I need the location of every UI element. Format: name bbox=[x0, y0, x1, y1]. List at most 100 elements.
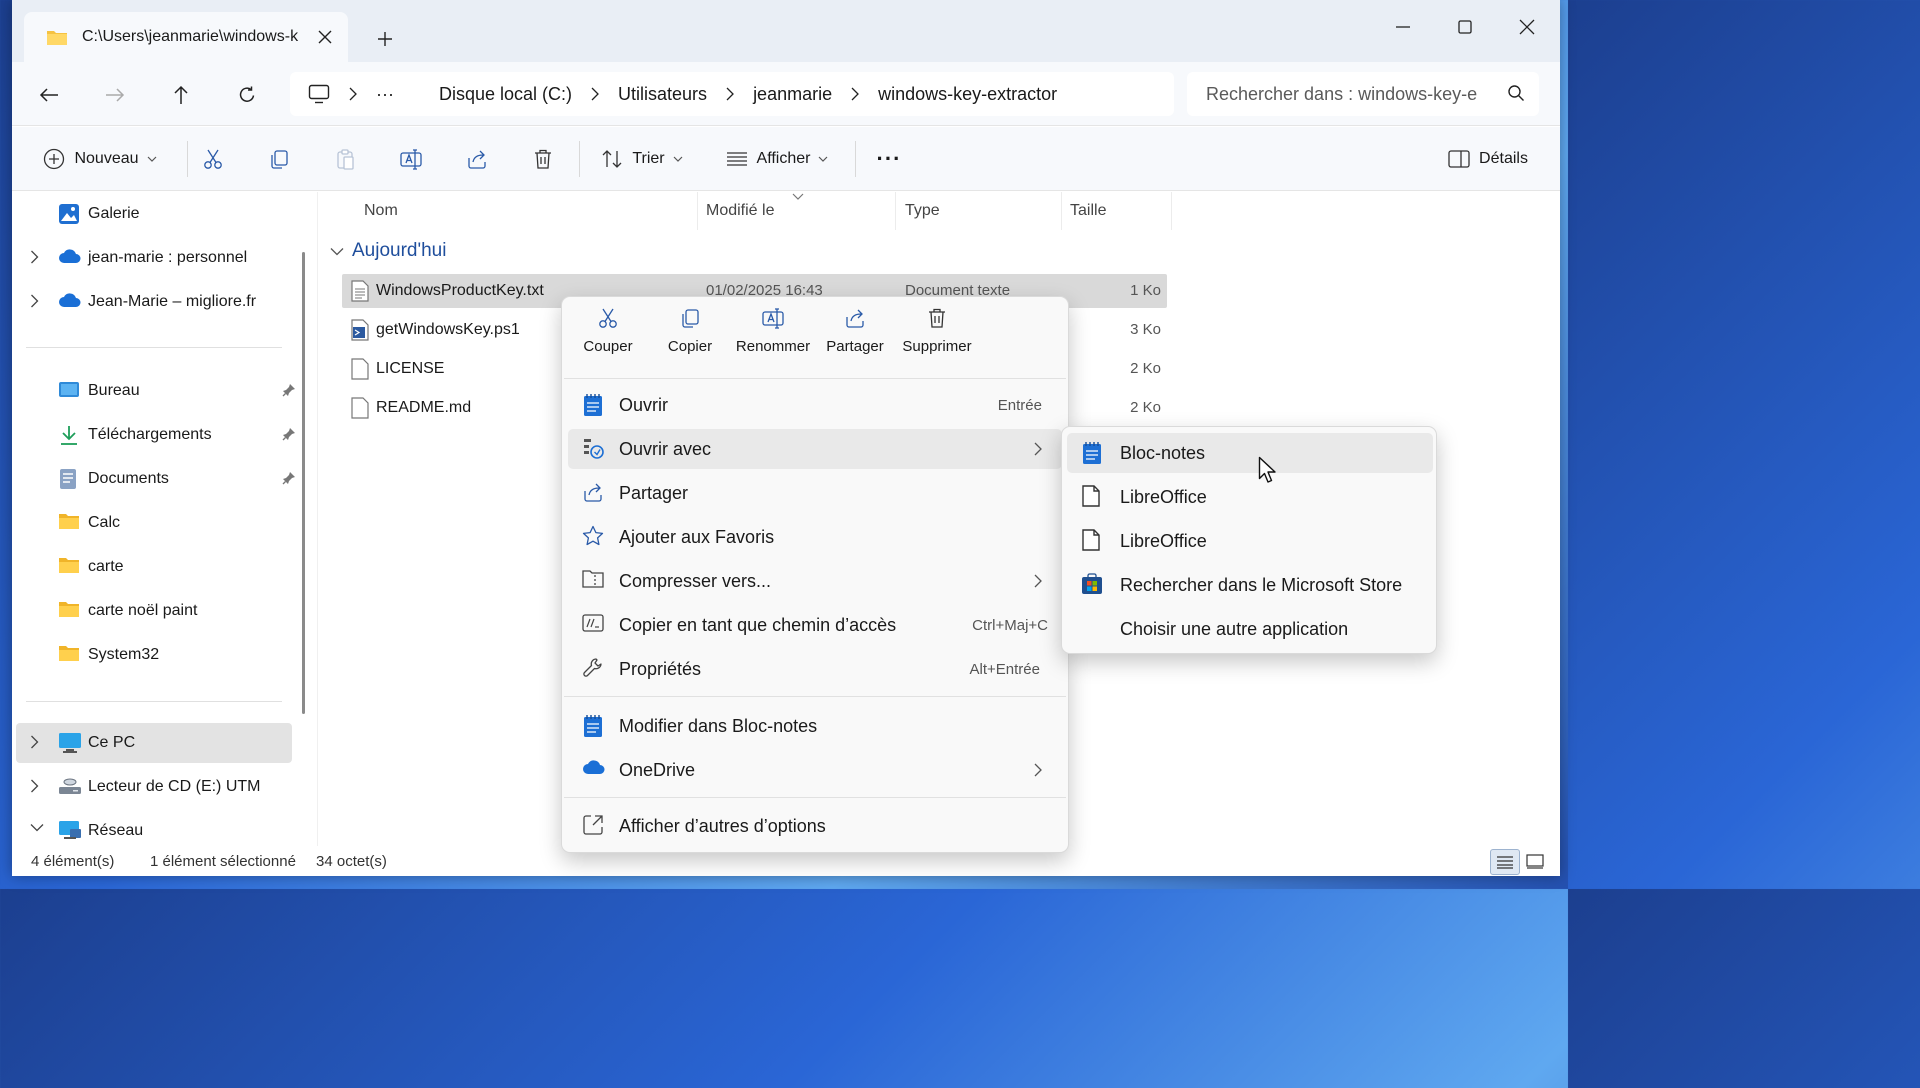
rename-icon bbox=[761, 307, 785, 329]
folder-icon bbox=[58, 644, 80, 662]
context-share-button[interactable]: Partager bbox=[813, 307, 897, 371]
nav-item-downloads[interactable]: Téléchargements bbox=[16, 415, 296, 455]
cut-icon[interactable] bbox=[192, 137, 234, 181]
pin-icon[interactable] bbox=[282, 383, 296, 397]
up-arrow-icon[interactable] bbox=[162, 76, 200, 114]
column-header-name[interactable]: Nom bbox=[356, 192, 698, 230]
status-bytes: 34 octet(s) bbox=[316, 853, 387, 870]
context-delete-button[interactable]: Supprimer bbox=[895, 307, 979, 371]
nav-item-onedrive-business[interactable]: Jean-Marie – migliore.fr bbox=[16, 282, 294, 322]
paste-icon[interactable] bbox=[324, 137, 366, 181]
search-input[interactable]: Rechercher dans : windows-key-e bbox=[1187, 72, 1539, 116]
file-name: getWindowsKey.ps1 bbox=[376, 321, 520, 338]
nav-label: carte noël paint bbox=[88, 602, 198, 619]
menu-item-label: Ajouter aux Favoris bbox=[619, 527, 775, 547]
tab-current-folder[interactable]: C:\Users\jeanmarie\windows-k bbox=[24, 12, 348, 62]
nav-item-desktop[interactable]: Bureau bbox=[16, 371, 296, 411]
menu-item-edit-notepad[interactable]: Modifier dans Bloc-notes bbox=[568, 706, 1062, 746]
breadcrumb-users[interactable]: Utilisateurs bbox=[618, 84, 707, 105]
nav-item-folder-calc[interactable]: Calc bbox=[16, 503, 294, 543]
pc-icon bbox=[58, 732, 82, 754]
search-icon[interactable] bbox=[1507, 84, 1525, 102]
navigation-pane: Galerie jean-marie : personnel Jean-Mari… bbox=[12, 192, 308, 846]
sort-button[interactable]: Trier bbox=[596, 137, 688, 181]
navigation-bar: ··· Disque local (C:) Utilisateurs jeanm… bbox=[12, 62, 1560, 126]
notepad-icon bbox=[1081, 441, 1103, 465]
details-label: Détails bbox=[1479, 150, 1528, 167]
close-icon[interactable] bbox=[1496, 8, 1558, 46]
nav-item-network[interactable]: Réseau bbox=[16, 811, 294, 851]
tiles-view-icon[interactable] bbox=[1520, 849, 1550, 875]
chevron-right-icon[interactable] bbox=[30, 250, 39, 264]
column-header-type[interactable]: Type bbox=[897, 192, 1062, 230]
maximize-icon[interactable] bbox=[1434, 8, 1496, 46]
copy-icon[interactable] bbox=[258, 137, 300, 181]
context-copy-button[interactable]: Copier bbox=[648, 307, 732, 371]
folder-icon bbox=[46, 28, 68, 46]
command-bar: Nouveau Trier Afficher ··· Détails bbox=[12, 127, 1560, 191]
nav-item-folder-carte[interactable]: carte bbox=[16, 547, 294, 587]
column-header-size[interactable]: Taille bbox=[1062, 192, 1172, 230]
submenu-item-notepad[interactable]: Bloc-notes bbox=[1067, 433, 1433, 473]
nav-item-this-pc[interactable]: Ce PC bbox=[16, 723, 292, 763]
chevron-right-icon[interactable] bbox=[30, 779, 39, 793]
breadcrumb-more[interactable]: ··· bbox=[376, 84, 394, 105]
menu-item-label: OneDrive bbox=[619, 760, 696, 780]
menu-item-compress[interactable]: Compresser vers... bbox=[568, 561, 1062, 601]
minimize-icon[interactable] bbox=[1372, 8, 1434, 46]
menu-item-more-options[interactable]: Afficher d’autres d’options bbox=[568, 806, 1062, 846]
nav-item-documents[interactable]: Documents bbox=[16, 459, 296, 499]
nav-label: Ce PC bbox=[88, 734, 136, 751]
pin-icon[interactable] bbox=[282, 427, 296, 441]
new-button[interactable]: Nouveau bbox=[26, 137, 174, 181]
nav-item-cd-drive[interactable]: Lecteur de CD (E:) UTM bbox=[16, 767, 294, 807]
pin-icon[interactable] bbox=[282, 471, 296, 485]
cloud-icon bbox=[58, 291, 82, 309]
chevron-down-icon bbox=[147, 156, 157, 162]
menu-item-open-with[interactable]: Ouvrir avec bbox=[568, 429, 1062, 469]
view-button[interactable]: Afficher bbox=[718, 137, 836, 181]
chevron-down-icon[interactable] bbox=[30, 823, 44, 832]
breadcrumb-disk[interactable]: Disque local (C:) bbox=[439, 84, 572, 105]
submenu-item-microsoft-store[interactable]: Rechercher dans le Microsoft Store bbox=[1067, 565, 1433, 605]
details-view-icon[interactable] bbox=[1490, 849, 1520, 875]
more-options-icon[interactable]: ··· bbox=[868, 137, 910, 181]
menu-item-add-favorites[interactable]: Ajouter aux Favoris bbox=[568, 517, 1062, 557]
address-bar[interactable]: ··· Disque local (C:) Utilisateurs jeanm… bbox=[290, 72, 1174, 116]
context-cut-button[interactable]: Couper bbox=[566, 307, 650, 371]
group-label: Aujourd'hui bbox=[352, 240, 447, 261]
chevron-right-icon[interactable] bbox=[30, 294, 39, 308]
tab-close-icon[interactable] bbox=[302, 12, 348, 62]
rename-icon[interactable] bbox=[390, 137, 432, 181]
chevron-down-icon bbox=[673, 156, 683, 162]
refresh-icon[interactable] bbox=[228, 76, 266, 114]
submenu-item-libreoffice[interactable]: LibreOffice bbox=[1067, 477, 1433, 517]
context-rename-button[interactable]: Renommer bbox=[730, 307, 816, 371]
breadcrumb-chevron-icon bbox=[343, 87, 363, 101]
menu-item-share[interactable]: Partager bbox=[568, 473, 1062, 513]
submenu-item-libreoffice-2[interactable]: LibreOffice bbox=[1067, 521, 1433, 561]
delete-icon[interactable] bbox=[522, 137, 564, 181]
nav-item-onedrive-personal[interactable]: jean-marie : personnel bbox=[16, 238, 294, 278]
nav-item-folder-system32[interactable]: System32 bbox=[16, 635, 294, 675]
menu-item-onedrive[interactable]: OneDrive bbox=[568, 750, 1062, 790]
share-icon[interactable] bbox=[456, 137, 498, 181]
breadcrumb-user[interactable]: jeanmarie bbox=[753, 84, 832, 105]
breadcrumb-folder[interactable]: windows-key-extractor bbox=[878, 84, 1057, 105]
submenu-item-choose-app[interactable]: Choisir une autre application bbox=[1067, 609, 1433, 649]
menu-item-open[interactable]: Ouvrir Entrée bbox=[568, 385, 1062, 425]
chevron-right-icon[interactable] bbox=[30, 735, 39, 749]
nav-scrollbar[interactable] bbox=[302, 252, 305, 714]
group-header-today[interactable]: Aujourd'hui bbox=[330, 240, 446, 262]
file-icon bbox=[351, 358, 369, 380]
menu-item-copy-path[interactable]: Copier en tant que chemin d’accès Ctrl+M… bbox=[568, 605, 1062, 645]
new-tab-button[interactable] bbox=[368, 22, 402, 56]
back-arrow-icon[interactable] bbox=[30, 76, 68, 114]
documents-icon bbox=[58, 468, 78, 490]
forward-arrow-icon[interactable] bbox=[96, 76, 134, 114]
nav-item-folder-carte-noel[interactable]: carte noël paint bbox=[16, 591, 294, 631]
details-button[interactable]: Détails bbox=[1440, 137, 1536, 181]
file-name: README.md bbox=[376, 399, 472, 416]
nav-item-gallery[interactable]: Galerie bbox=[16, 194, 294, 234]
menu-item-properties[interactable]: Propriétés Alt+Entrée bbox=[568, 649, 1062, 689]
